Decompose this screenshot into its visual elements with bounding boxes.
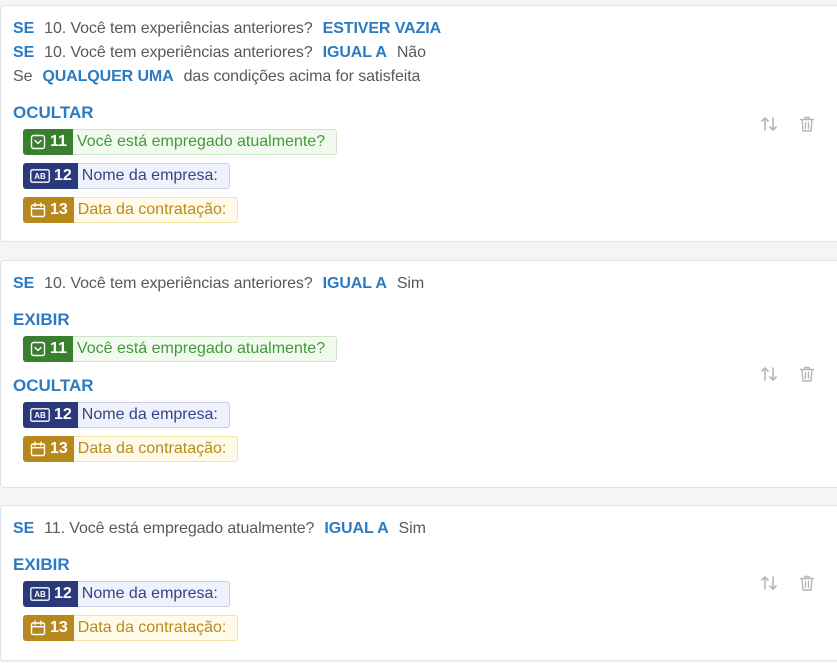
field-number-tag: 13 [23, 615, 74, 641]
condition-row: SE 11. Você está empregado atualmente? IGU… [13, 517, 837, 541]
dropdown-icon [30, 134, 46, 150]
field-chip: AB 12 Nome da empresa: [23, 163, 230, 189]
rule-card: SE 10. Você tem experiências anteriores? E… [0, 5, 837, 242]
action-label: EXIBIR [13, 310, 70, 329]
condition-operator: IGUAL A [324, 520, 389, 537]
field-label: Nome da empresa: [77, 581, 230, 607]
field-number-tag: AB 12 [23, 402, 78, 428]
trash-icon[interactable] [799, 574, 815, 592]
text-field-icon: AB [30, 587, 50, 601]
field-label: Nome da empresa: [77, 402, 230, 428]
field-label: Data da contratação: [73, 436, 239, 462]
field-chip: 13 Data da contratação: [23, 615, 239, 641]
text-field-icon: AB [30, 408, 50, 422]
field-chip: 11 Você está empregado atualmente? [23, 336, 338, 362]
field-number: 12 [54, 167, 72, 184]
combinator-prefix: Se [13, 68, 33, 85]
action-label: EXIBIR [13, 555, 70, 574]
trash-icon[interactable] [799, 365, 815, 383]
condition-row: SE 10. Você tem experiências anteriores? I… [13, 272, 837, 296]
field-label: Nome da empresa: [77, 163, 230, 189]
condition-operator: IGUAL A [322, 44, 387, 61]
text-field-icon: AB [30, 169, 50, 183]
field-label: Data da contratação: [73, 197, 239, 223]
field-chip: 13 Data da contratação: [23, 197, 239, 223]
field-number: 12 [54, 406, 72, 423]
field-chip: AB 12 Nome da empresa: [23, 581, 230, 607]
field-number: 11 [50, 133, 67, 150]
field-chip: AB 12 Nome da empresa: [23, 402, 230, 428]
condition-row: SE 10. Você tem experiências anteriores? E… [13, 17, 837, 41]
rule-actions [760, 115, 815, 133]
sort-arrows-icon[interactable] [760, 574, 778, 592]
field-number: 13 [50, 201, 68, 218]
svg-text:AB: AB [34, 590, 46, 599]
rule-card: SE 11. Você está empregado atualmente? IGU… [0, 505, 837, 661]
field-number: 11 [50, 340, 67, 357]
dropdown-icon [30, 341, 46, 357]
field-chip: 11 Você está empregado atualmente? [23, 129, 338, 155]
condition-combinator: Se QUALQUER UMA das condições acima for sa… [13, 65, 837, 89]
svg-text:AB: AB [34, 411, 46, 420]
field-chip: 13 Data da contratação: [23, 436, 239, 462]
sort-arrows-icon[interactable] [760, 365, 778, 383]
field-number: 13 [50, 619, 68, 636]
condition-keyword: SE [13, 520, 35, 537]
field-label: Data da contratação: [73, 615, 239, 641]
condition-value: Não [396, 44, 426, 61]
condition-question: 10. Você tem experiências anteriores? [44, 44, 313, 61]
field-label: Você está empregado atualmente? [72, 336, 338, 362]
condition-keyword: SE [13, 20, 35, 37]
field-number-tag: 11 [23, 129, 73, 155]
field-number-tag: AB 12 [23, 581, 78, 607]
condition-question: 11. Você está empregado atualmente? [44, 520, 315, 537]
calendar-icon [30, 620, 46, 636]
trash-icon[interactable] [799, 115, 815, 133]
field-number: 12 [54, 585, 72, 602]
target-fields: 11 Você está empregado atualmente? [23, 336, 837, 362]
svg-text:AB: AB [34, 172, 46, 181]
condition-keyword: SE [13, 275, 35, 292]
condition-row: SE 10. Você tem experiências anteriores? I… [13, 41, 837, 65]
action-label: OCULTAR [13, 376, 94, 395]
field-number-tag: 13 [23, 197, 74, 223]
calendar-icon [30, 202, 46, 218]
action-label: OCULTAR [13, 103, 94, 122]
sort-arrows-icon[interactable] [760, 115, 778, 133]
field-number: 13 [50, 440, 68, 457]
combinator-suffix: das condições acima for satisfeita [183, 68, 421, 85]
combinator-mode: QUALQUER UMA [42, 68, 174, 85]
condition-operator: ESTIVER VAZIA [322, 20, 442, 37]
field-number-tag: AB 12 [23, 163, 78, 189]
field-number-tag: 11 [23, 336, 73, 362]
condition-operator: IGUAL A [322, 275, 387, 292]
condition-question: 10. Você tem experiências anteriores? [44, 20, 313, 37]
condition-question: 10. Você tem experiências anteriores? [44, 275, 313, 292]
condition-keyword: SE [13, 44, 35, 61]
rule-actions [760, 365, 815, 383]
condition-value: Sim [396, 275, 425, 292]
condition-value: Sim [398, 520, 426, 537]
target-fields: AB 12 Nome da empresa: 13 Data da contra… [23, 581, 837, 641]
field-number-tag: 13 [23, 436, 74, 462]
rule-card: SE 10. Você tem experiências anteriores? I… [0, 260, 837, 488]
conditional-logic-list: SE 10. Você tem experiências anteriores? E… [0, 0, 837, 661]
target-fields: AB 12 Nome da empresa: 13 Data da contra… [23, 402, 837, 462]
calendar-icon [30, 441, 46, 457]
rule-actions [760, 574, 815, 592]
target-fields: 11 Você está empregado atualmente? AB 12… [23, 129, 837, 223]
field-label: Você está empregado atualmente? [72, 129, 338, 155]
